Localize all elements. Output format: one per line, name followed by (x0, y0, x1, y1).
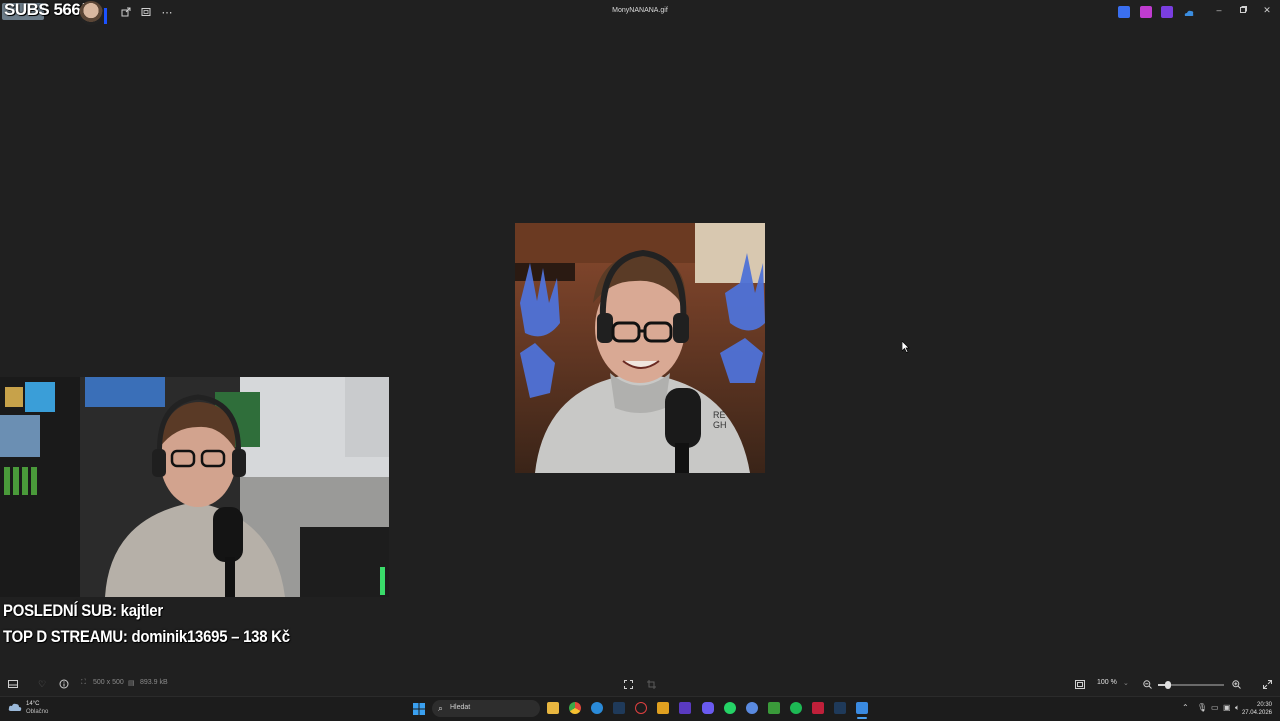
svg-text:RE: RE (713, 410, 726, 420)
weather-temp: 14°C (26, 701, 40, 707)
zoom-out-icon[interactable] (1141, 678, 1153, 690)
status-bar: ♡ ⛶ 500 x 500 ▤ 893.9 kB 100 % ⌄ (0, 674, 1280, 696)
film-strip-icon[interactable] (7, 678, 19, 690)
onedrive-icon[interactable] (1183, 6, 1195, 18)
subs-overlay: SUBS 566/ (0, 0, 112, 26)
whatsapp-icon[interactable] (724, 702, 736, 714)
zoom-in-icon[interactable] (1230, 678, 1242, 690)
info-icon[interactable] (58, 678, 70, 690)
last-sub-text: POSLEDNÍ SUB: kajtler (3, 601, 163, 620)
search-label: Hledat (450, 704, 471, 711)
zoom-slider[interactable] (1158, 681, 1224, 689)
clock-time: 20:30 (1256, 702, 1272, 708)
taskbar-search[interactable]: ⌕ Hledat (432, 700, 540, 717)
acrobat-icon[interactable] (812, 702, 824, 714)
microphone-icon[interactable]: 🎙︎ (1197, 703, 1207, 712)
steam-2-icon[interactable] (834, 702, 846, 714)
active-app-indicator (857, 717, 867, 719)
share-icon[interactable] (118, 4, 134, 20)
clock-date: 27.04.2026 (1241, 710, 1272, 716)
dimensions-icon: ⛶ (81, 679, 86, 686)
subs-progress-bar (104, 8, 107, 24)
mouse-cursor (901, 340, 910, 358)
copilot-icon[interactable] (1140, 6, 1152, 18)
taskbar: 14°C Oblačno ⌕ Hledat ⌃ 🎙︎ ▭ ▣ 🔈︎ 20:30 … (0, 696, 1280, 721)
battery-icon[interactable]: ▭ (1211, 703, 1219, 712)
photos-icon[interactable] (856, 702, 868, 714)
maximize-button[interactable] (1236, 5, 1250, 15)
svg-text:GH: GH (713, 420, 727, 430)
minimize-button[interactable]: – (1212, 5, 1226, 15)
file-size: 893.9 kB (140, 679, 168, 686)
subs-counter: SUBS 566/ (4, 0, 85, 19)
crop-icon (645, 678, 657, 690)
webcam-feed (0, 377, 389, 597)
clipchamp-icon[interactable] (1161, 6, 1173, 18)
slideshow-icon[interactable] (138, 4, 154, 20)
favorite-heart-icon[interactable]: ♡ (36, 678, 48, 690)
cloud-icon (8, 703, 22, 711)
network-icon[interactable]: ▣ (1223, 703, 1231, 712)
app-blue-icon[interactable] (746, 702, 758, 714)
fit-icon[interactable] (622, 678, 634, 690)
window-title: MonyNANANA.gif (612, 7, 668, 14)
chrome-icon[interactable] (569, 702, 581, 714)
edit-icon[interactable] (1118, 6, 1130, 18)
file-explorer-icon[interactable] (547, 702, 559, 714)
app-yellow-icon[interactable] (657, 702, 669, 714)
title-bar: ⋯ MonyNANANA.gif – ✕ (0, 0, 1280, 24)
discord-icon[interactable] (702, 702, 714, 714)
weather-condition: Oblačno (26, 709, 49, 715)
image-dimensions: 500 x 500 (93, 679, 124, 686)
zoom-slider-thumb[interactable] (1164, 681, 1171, 689)
spotify-icon[interactable] (790, 702, 802, 714)
fullscreen-icon[interactable] (1261, 678, 1273, 690)
chevron-down-icon[interactable]: ⌄ (1123, 679, 1129, 687)
close-button[interactable]: ✕ (1260, 5, 1274, 16)
fit-window-icon[interactable] (1074, 678, 1086, 690)
volume-icon[interactable]: 🔈︎ (1235, 703, 1240, 713)
obs-icon[interactable] (635, 702, 647, 714)
start-button[interactable] (413, 702, 425, 715)
chevron-up-icon[interactable]: ⌃ (1182, 703, 1189, 712)
app-purple-icon[interactable] (679, 702, 691, 714)
edge-icon[interactable] (591, 702, 603, 714)
streamer-avatar (79, 1, 103, 25)
displayed-image: RE GH (515, 223, 765, 473)
more-icon[interactable]: ⋯ (159, 4, 175, 20)
file-size-icon: ▤ (128, 680, 135, 687)
steam-icon[interactable] (613, 702, 625, 714)
minecraft-icon[interactable] (768, 702, 780, 714)
zoom-level[interactable]: 100 % (1097, 679, 1117, 686)
top-donation-text: TOP D STREAMU: dominik13695 – 138 Kč (3, 627, 290, 646)
clock[interactable]: 20:30 27.04.2026 (1242, 701, 1272, 717)
search-icon: ⌕ (438, 703, 444, 713)
